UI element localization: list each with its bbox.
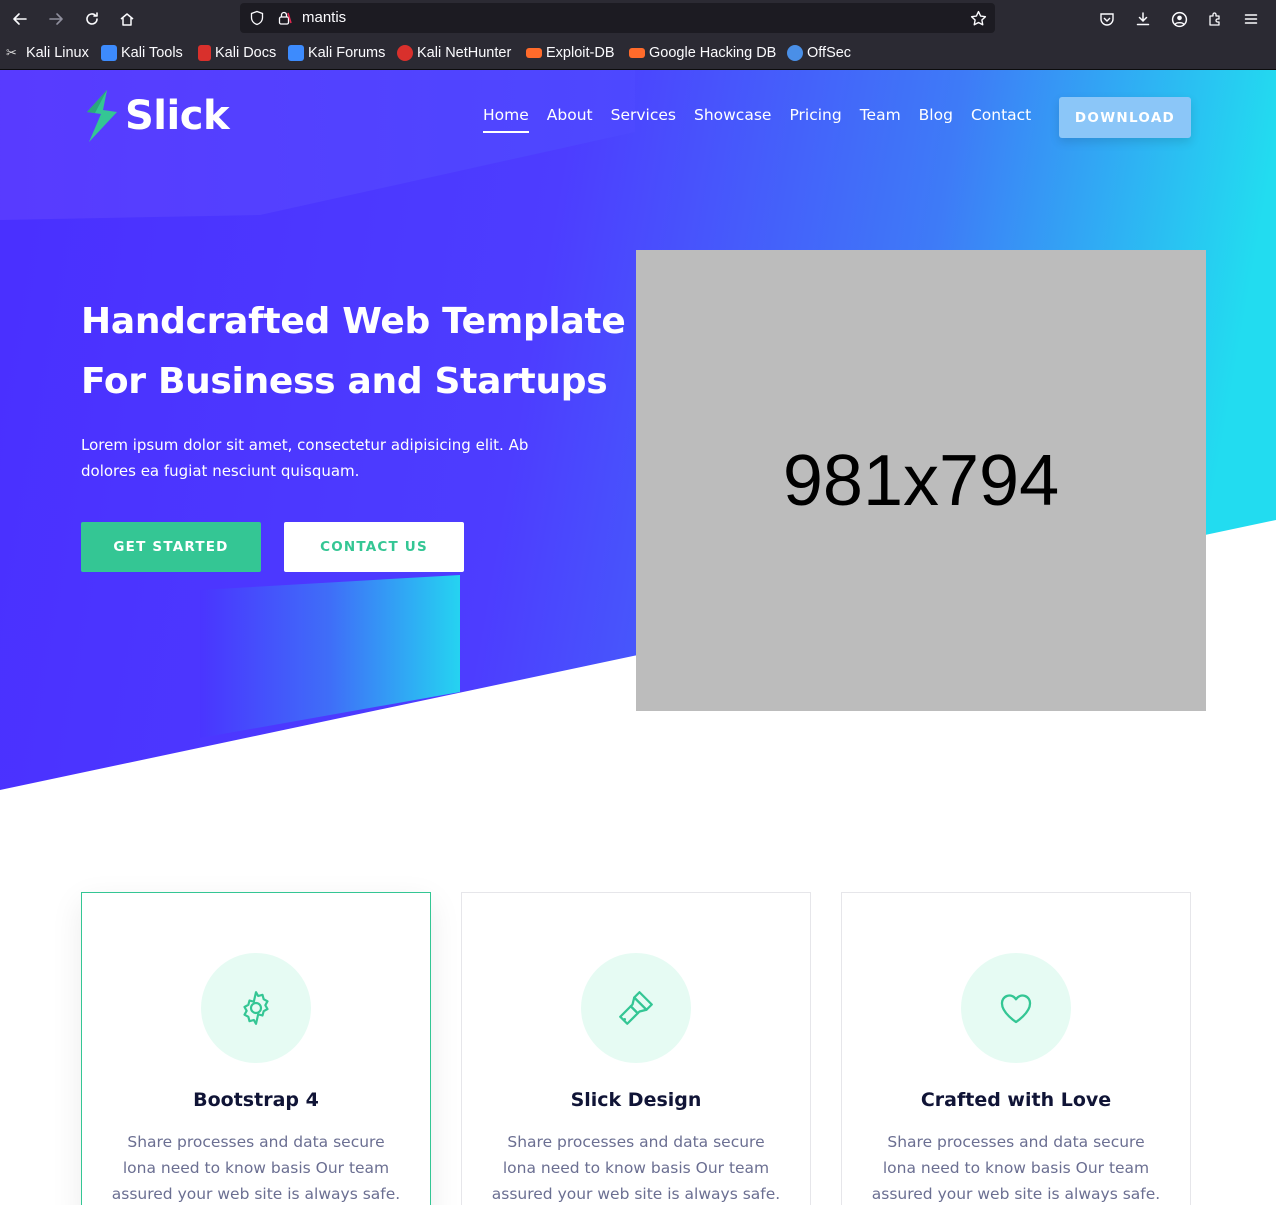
feature-card-bootstrap: Bootstrap 4 Share processes and data sec… [81,892,431,1205]
home-button[interactable] [114,6,140,32]
brush-icon [619,991,653,1025]
account-icon [1171,11,1187,27]
account-button[interactable] [1166,6,1192,32]
hero-subtitle: Lorem ipsum dolor sit amet, consectetur … [81,436,529,480]
feature-title: Bootstrap 4 [193,1089,319,1111]
ghdb-icon [629,48,645,58]
nav-showcase[interactable]: Showcase [694,106,771,130]
kali-docs-icon [198,45,211,61]
feature-title: Crafted with Love [920,1089,1112,1111]
forward-arrow-icon [49,13,63,25]
exploit-db-icon [526,48,542,58]
back-arrow-icon [13,13,27,25]
logo-text: Slick [125,93,230,139]
url-text[interactable]: mantis [302,9,346,26]
feature-card-slick-design: Slick Design Share processes and data se… [461,892,811,1205]
heart-icon [1000,994,1032,1024]
forward-button[interactable] [43,6,69,32]
feature-card-crafted-with-love: Crafted with Love Share processes and da… [841,892,1191,1205]
bookmark-exploit-db[interactable]: Exploit-DB [526,45,615,61]
nav-blog[interactable]: Blog [919,106,953,130]
offsec-icon [787,45,803,61]
download-icon [1136,12,1150,26]
puzzle-icon [1209,12,1220,26]
feature-icon-circle [201,953,311,1063]
gear-icon [243,991,269,1025]
lock-icon[interactable] [275,9,293,27]
feature-title: Slick Design [570,1089,702,1111]
nav-services[interactable]: Services [611,106,676,130]
menu-button[interactable] [1238,6,1264,32]
bookmark-kali-linux[interactable]: ✂ Kali Linux [6,45,89,61]
home-icon [120,13,134,26]
pocket-icon [1100,13,1114,26]
download-button[interactable]: DOWNLOAD [1059,97,1191,138]
kali-tools-icon [101,45,117,61]
hamburger-icon [1244,14,1258,24]
bookmark-kali-tools[interactable]: Kali Tools [101,45,183,61]
hero-title-line1: Handcrafted Web Template [81,301,626,342]
bookmark-offsec[interactable]: OffSec [787,45,851,61]
extensions-button[interactable] [1202,6,1228,32]
pocket-button[interactable] [1094,6,1120,32]
reload-button[interactable] [79,6,105,32]
hero-title-line2: For Business and Startups [81,361,608,402]
bookmark-star-icon[interactable] [969,9,987,27]
shield-icon [248,9,266,27]
web-page: Slick Home About Services Showcase Prici… [0,70,1276,1205]
reload-icon [86,12,98,25]
nav-contact[interactable]: Contact [971,106,1031,130]
bookmark-google-hacking-db[interactable]: Google Hacking DB [629,45,776,61]
bookmark-kali-docs[interactable]: Kali Docs [198,45,276,61]
back-button[interactable] [7,6,33,32]
get-started-button[interactable]: GET STARTED [81,522,261,572]
bookmark-kali-nethunter[interactable]: Kali NetHunter [397,45,511,61]
browser-toolbar: mantis [0,0,1276,37]
nethunter-icon [397,45,413,61]
downloads-button[interactable] [1130,6,1156,32]
hero-image-placeholder: 981x794 [636,250,1206,711]
feature-text: Share processes and data secure lona nee… [871,1133,1161,1203]
hero-title: Handcrafted Web Template For Business an… [81,292,641,412]
contact-us-button[interactable]: CONTACT US [284,522,464,572]
feature-icon-circle [961,953,1071,1063]
kali-dragon-icon: ✂ [6,45,17,60]
nav-about[interactable]: About [547,106,593,130]
feature-text: Share processes and data secure lona nee… [111,1133,401,1203]
feature-text: Share processes and data secure lona nee… [491,1133,781,1203]
feature-icon-circle [581,953,691,1063]
main-nav: Home About Services Showcase Pricing Tea… [483,106,1049,133]
nav-pricing[interactable]: Pricing [789,106,841,130]
site-logo[interactable]: Slick [81,88,230,144]
url-bar[interactable]: mantis [240,3,995,33]
bolt-logo-icon [87,90,117,142]
bookmarks-bar: ✂ Kali Linux Kali Tools Kali Docs Kali F… [0,40,1276,68]
nav-home[interactable]: Home [483,106,529,133]
browser-chrome: mantis ✂ Kali Linux Kali Tools Kali Docs… [0,0,1276,70]
bookmark-kali-forums[interactable]: Kali Forums [288,45,385,61]
nav-team[interactable]: Team [860,106,901,130]
kali-forums-icon [288,45,304,61]
